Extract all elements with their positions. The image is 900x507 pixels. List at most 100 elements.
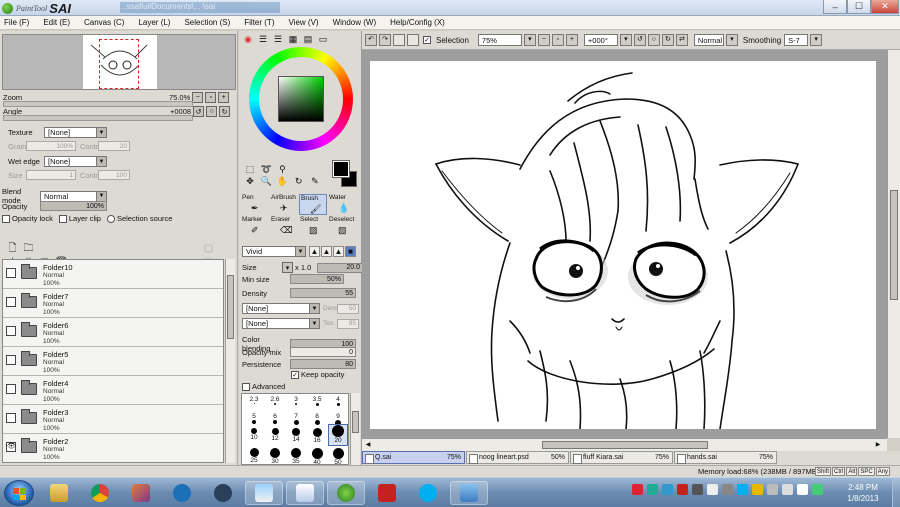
acrobat-taskbar-icon[interactable] <box>368 481 406 505</box>
brush-size-scrollbar[interactable] <box>350 393 360 465</box>
layer-row[interactable]: Folder5 Normal 100% <box>3 347 223 376</box>
visibility-checkbox[interactable] <box>6 297 16 307</box>
canvas-horizontal-scrollbar[interactable]: ◀ ▶ <box>362 438 887 451</box>
zoom-dropdown-icon[interactable]: ▾ <box>523 34 536 46</box>
tray-icon[interactable] <box>632 484 643 495</box>
minimize-button[interactable]: – <box>823 0 847 14</box>
tool-eraser[interactable]: Eraser ⌫ <box>270 216 298 237</box>
wet-edge-select[interactable]: [None] ▼ <box>44 156 107 167</box>
brush-size-preset[interactable]: 3.5 <box>307 396 327 412</box>
foreground-color-swatch[interactable] <box>332 160 350 178</box>
scratchpad-tab-icon[interactable]: ▭ <box>317 34 329 45</box>
zoom-tool-icon[interactable]: 🔍 <box>259 175 273 187</box>
size-bar[interactable]: 20.0 <box>317 262 363 273</box>
photo-viewer-taskbar-icon[interactable] <box>450 481 488 505</box>
opacity-lock-checkbox[interactable] <box>2 214 10 223</box>
layer-list-scroll-thumb[interactable] <box>227 275 234 339</box>
brush-size-preset[interactable]: 10 <box>244 428 264 446</box>
opacity-mix-bar[interactable]: 0 <box>290 347 356 357</box>
rgb-slider-tab-icon[interactable]: ☰ <box>257 34 269 45</box>
size-multiplier-button[interactable]: ▾ <box>282 262 293 273</box>
view-mode-select[interactable]: Normal <box>693 34 724 46</box>
tip-shape-1-icon[interactable]: ▲ <box>309 246 320 257</box>
rotate-left-button[interactable]: ↺ <box>193 106 205 117</box>
layer-mask-icon[interactable]: ▢ <box>203 243 214 254</box>
canvas-area[interactable] <box>362 50 887 438</box>
rotate-cw-icon[interactable]: ↻ <box>661 34 674 46</box>
doc-tab[interactable]: fluff Kiara.sai 75% <box>570 451 673 464</box>
navigator-view-frame[interactable] <box>99 39 139 89</box>
min-size-bar[interactable]: 50% <box>290 274 344 284</box>
brush-size-preset[interactable]: 8 <box>307 413 327 429</box>
deselect-button-icon[interactable] <box>393 34 405 46</box>
visibility-checkbox[interactable] <box>6 384 16 394</box>
show-desktop-button[interactable] <box>892 478 900 507</box>
menu-edit[interactable]: Edit (E) <box>43 18 70 27</box>
zoom-in-button[interactable]: + <box>218 92 230 103</box>
brush-size-preset[interactable]: 30 <box>265 448 285 466</box>
chrome-taskbar-icon[interactable] <box>81 481 119 505</box>
brush-size-preset[interactable]: 12 <box>265 428 285 446</box>
eyedropper-icon[interactable]: ✎ <box>308 175 322 187</box>
tool-deselect[interactable]: Deselect ▧ <box>328 216 356 237</box>
zoom-out-button[interactable]: − <box>192 92 204 103</box>
brush-texture-select[interactable]: [None] ▼ <box>242 303 320 314</box>
tip-shape-3-icon[interactable]: ▲ <box>333 246 344 257</box>
smoothing-select[interactable]: S-7 <box>784 34 809 46</box>
tool-airbrush[interactable]: AirBrush ✈ <box>270 194 298 215</box>
menu-file[interactable]: File (F) <box>4 18 29 27</box>
brush-size-preset[interactable]: 3 <box>286 396 306 412</box>
drawing-canvas[interactable] <box>370 61 876 430</box>
visibility-checkbox[interactable] <box>6 268 16 278</box>
tray-icon[interactable] <box>752 484 763 495</box>
brush-size-preset[interactable]: 7 <box>286 413 306 429</box>
visibility-checkbox[interactable] <box>6 326 16 336</box>
move-icon[interactable]: ✥ <box>243 175 257 187</box>
doc-tab[interactable]: noog lineart.psd 50% <box>466 451 569 464</box>
persistence-bar[interactable]: 80 <box>290 359 356 369</box>
menu-canvas[interactable]: Canvas (C) <box>84 18 124 27</box>
invert-selection-icon[interactable] <box>407 34 419 46</box>
view-mode-dropdown-icon[interactable]: ▾ <box>725 34 738 46</box>
system-clock[interactable]: 2:48 PM 1/8/2013 <box>838 482 888 504</box>
canvas-vertical-scrollbar[interactable] <box>887 50 900 438</box>
swatches-tab-icon[interactable]: ▤ <box>302 34 314 45</box>
brush-size-scroll-thumb[interactable] <box>352 411 359 433</box>
visibility-checkbox[interactable] <box>6 413 16 423</box>
tray-icon[interactable] <box>707 484 718 495</box>
layer-list-scrollbar[interactable] <box>225 259 235 463</box>
saturation-value-square[interactable] <box>278 76 324 122</box>
brush-size-preset[interactable]: 6 <box>265 413 285 429</box>
wet-size-field[interactable]: 1 <box>26 170 76 180</box>
tray-icon[interactable] <box>722 484 733 495</box>
hsv-slider-tab-icon[interactable]: ☰ <box>272 34 284 45</box>
menu-layer[interactable]: Layer (L) <box>138 18 170 27</box>
tray-icon[interactable] <box>797 484 808 495</box>
brush-size-preset[interactable]: 35 <box>286 448 306 466</box>
layer-row[interactable]: Folder6 Normal 100% <box>3 318 223 347</box>
sai-taskbar-icon[interactable] <box>245 481 283 505</box>
rect-select-icon[interactable]: ⬚ <box>243 163 257 175</box>
smoothing-dropdown-icon[interactable]: ▾ <box>810 34 823 46</box>
density-bar[interactable]: 55 <box>290 288 356 298</box>
scroll-right-icon[interactable]: ▶ <box>874 441 882 449</box>
close-button[interactable]: ✕ <box>871 0 899 14</box>
tray-icon[interactable] <box>767 484 778 495</box>
layer-clip-checkbox[interactable] <box>58 214 67 223</box>
menu-selection[interactable]: Selection (S) <box>184 18 230 27</box>
tray-icon[interactable] <box>692 484 703 495</box>
rotate-zero-icon[interactable]: ○ <box>647 34 660 46</box>
zoom-plus-icon[interactable]: + <box>565 34 578 46</box>
brush-texture-dens-field[interactable]: 50 <box>337 303 359 314</box>
media-player-taskbar-icon[interactable] <box>122 481 160 505</box>
tip-shape-4-icon[interactable]: ■ <box>345 246 356 257</box>
explorer-taskbar-icon[interactable] <box>40 481 78 505</box>
visibility-checkbox[interactable] <box>6 355 16 365</box>
grain-field[interactable]: 100% <box>26 141 76 151</box>
maximize-button[interactable]: ☐ <box>847 0 871 14</box>
doc-tab[interactable]: hands.sai 75% <box>674 451 777 464</box>
brush-size-preset[interactable]: 25 <box>244 448 264 466</box>
keep-opacity-checkbox[interactable] <box>291 370 299 379</box>
tip-shape-2-icon[interactable]: ▲ <box>321 246 332 257</box>
layer-opacity-bar[interactable]: 100% <box>40 201 107 211</box>
